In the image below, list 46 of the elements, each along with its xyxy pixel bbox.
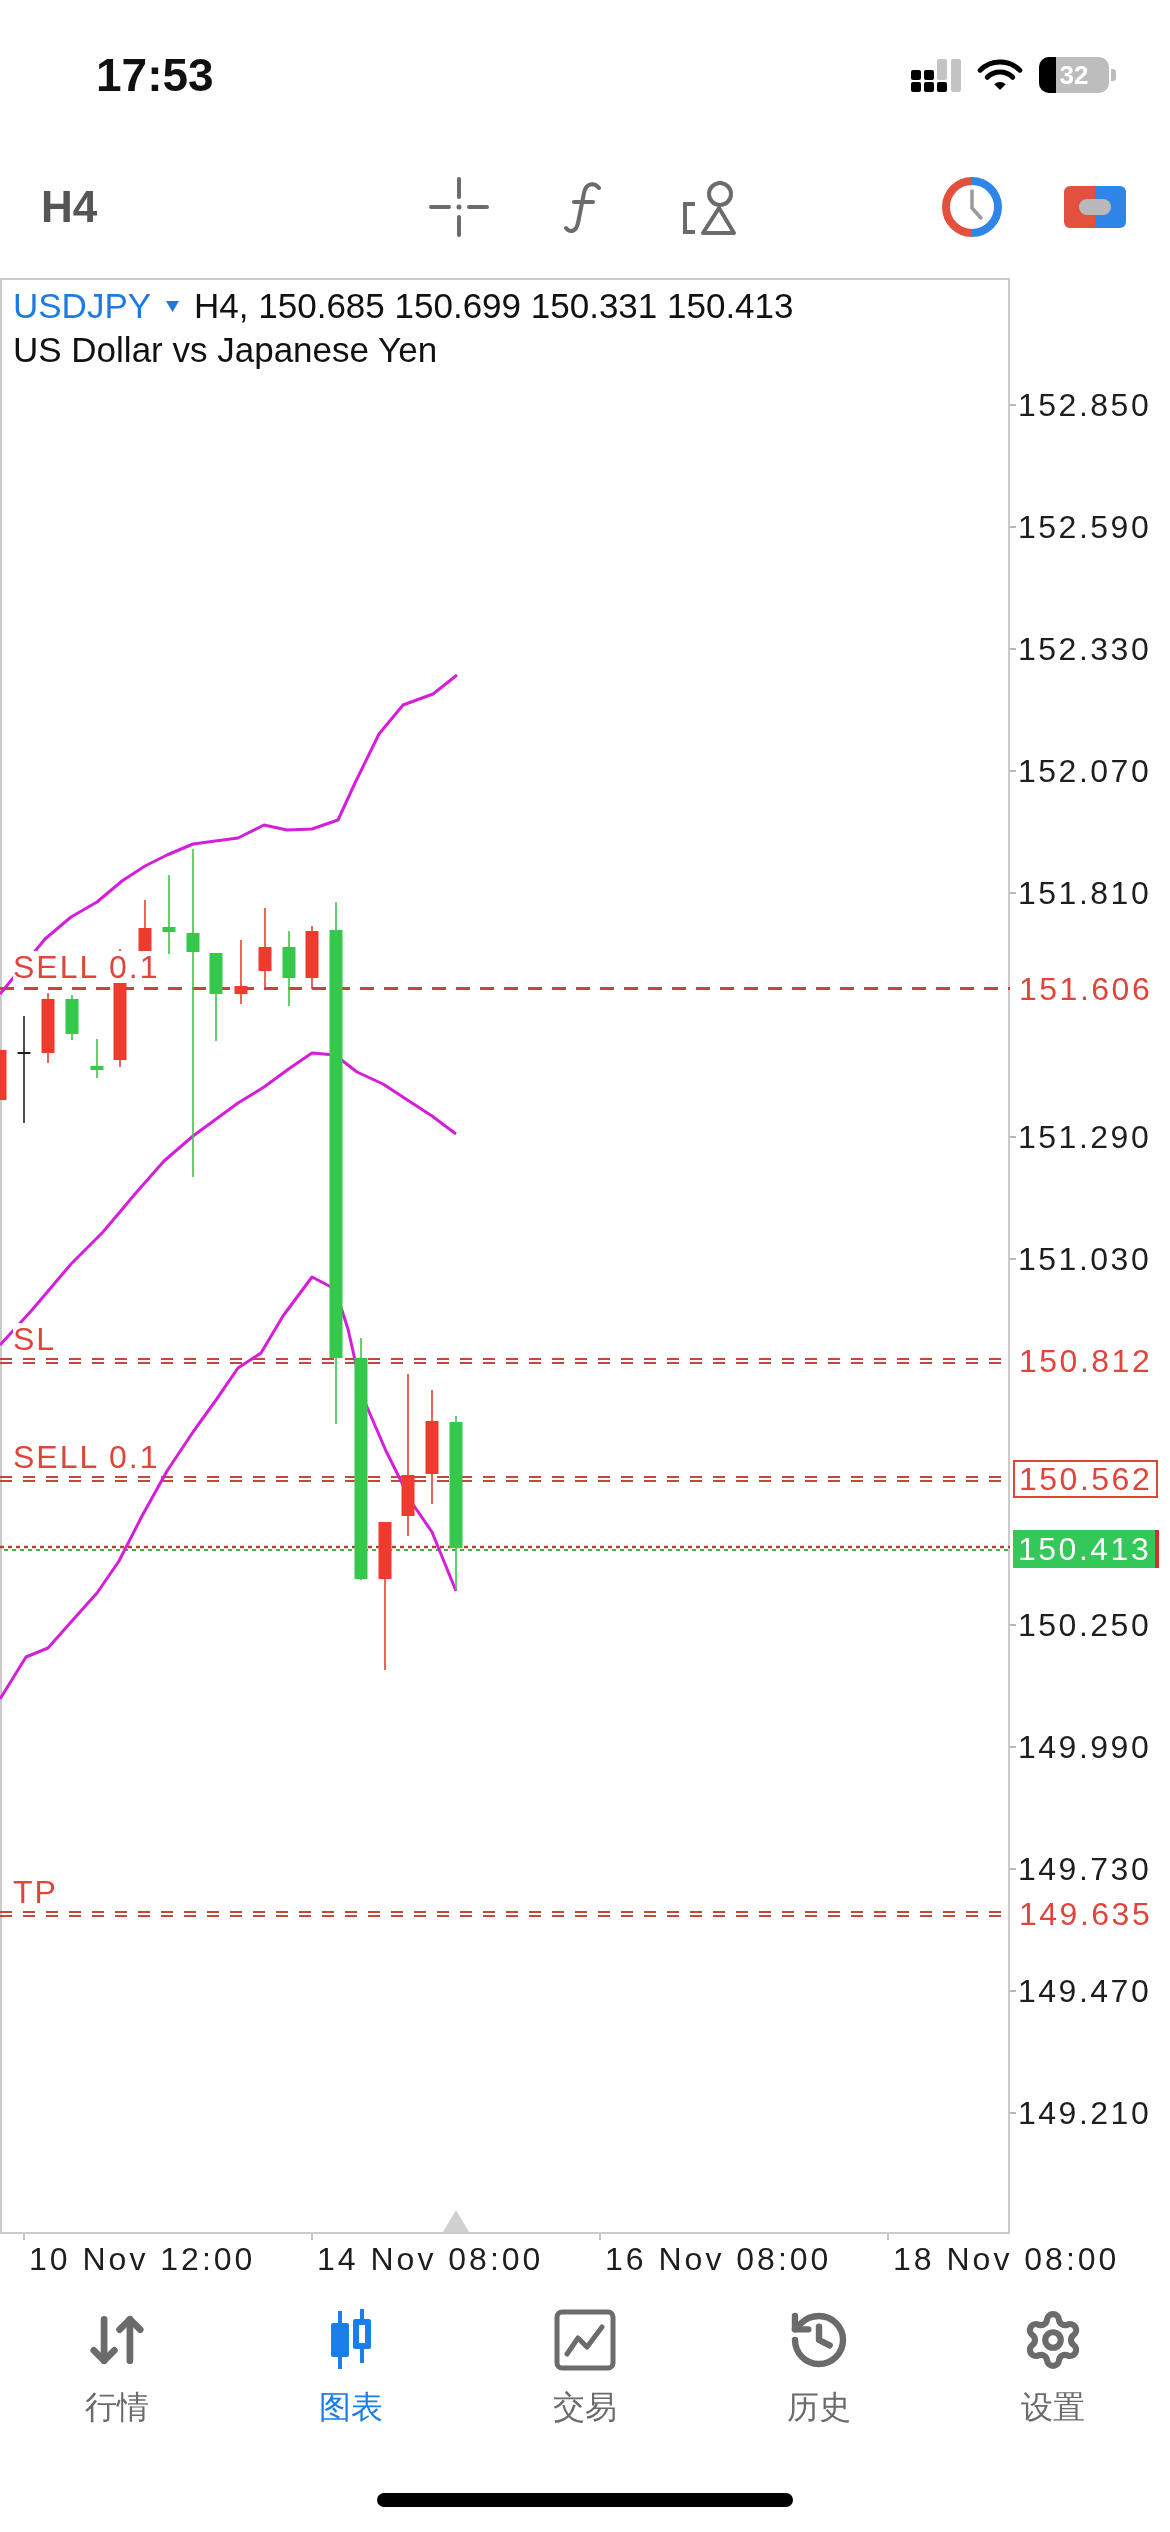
line-chart-icon [554,2309,616,2371]
candle [0,1049,7,1101]
price-label: 151.290 [1018,1118,1152,1157]
candle [234,939,248,1005]
caret-icon[interactable] [166,300,180,312]
status-time: 17:53 [96,52,214,98]
function-icon[interactable] [563,180,603,234]
time-label: 18 Nov 08:00 [893,2241,1120,2277]
time-label: 14 Nov 08:00 [317,2241,544,2277]
candlestick-icon [328,2309,374,2371]
candle [305,925,319,990]
candle [65,994,79,1041]
order-price: 150.562 [1013,1459,1159,1498]
price-label: 149.470 [1018,1972,1152,2011]
nav-tab[interactable]: 图表 [319,2309,383,2427]
current-price-marker: 150.413 [1013,1529,1160,1568]
price-label: 149.990 [1018,1728,1152,1767]
wifi-icon [976,58,1024,92]
crosshair-icon[interactable] [429,177,489,237]
price-label: 152.590 [1018,508,1152,547]
symbol-description: US Dollar vs Japanese Yen [13,329,438,371]
candle [90,1038,104,1079]
price-label: 152.850 [1018,386,1152,425]
price-label: 151.030 [1018,1240,1152,1279]
nav-tab[interactable]: 设置 [1021,2309,1085,2427]
candle [41,992,55,1064]
nav-tab[interactable]: 历史 [787,2309,851,2427]
battery-percentage: 32 [1059,62,1089,88]
price-label: 149.730 [1018,1850,1152,1889]
symbol-name[interactable]: USDJPY [13,284,152,328]
signal-icon [911,58,961,92]
price-label: 149.210 [1018,2094,1152,2133]
time-label: 10 Nov 12:00 [29,2241,256,2277]
toggle-icon[interactable] [1064,186,1126,228]
price-label: 151.810 [1018,874,1152,913]
price-label: 152.070 [1018,752,1152,791]
battery-icon [1039,57,1116,93]
shapes-icon[interactable] [681,178,737,236]
clock-icon[interactable] [942,177,1002,237]
timeframe-button[interactable]: H4 [41,185,98,229]
nav-tab[interactable]: 行情 [85,2309,149,2427]
ohlc-values: H4, 150.685 150.699 150.331 150.413 [194,285,794,327]
price-label: 152.330 [1018,630,1152,669]
nav-tab[interactable]: 交易 [553,2309,617,2427]
price-label: 150.250 [1018,1606,1152,1645]
time-label: 16 Nov 08:00 [605,2241,832,2277]
